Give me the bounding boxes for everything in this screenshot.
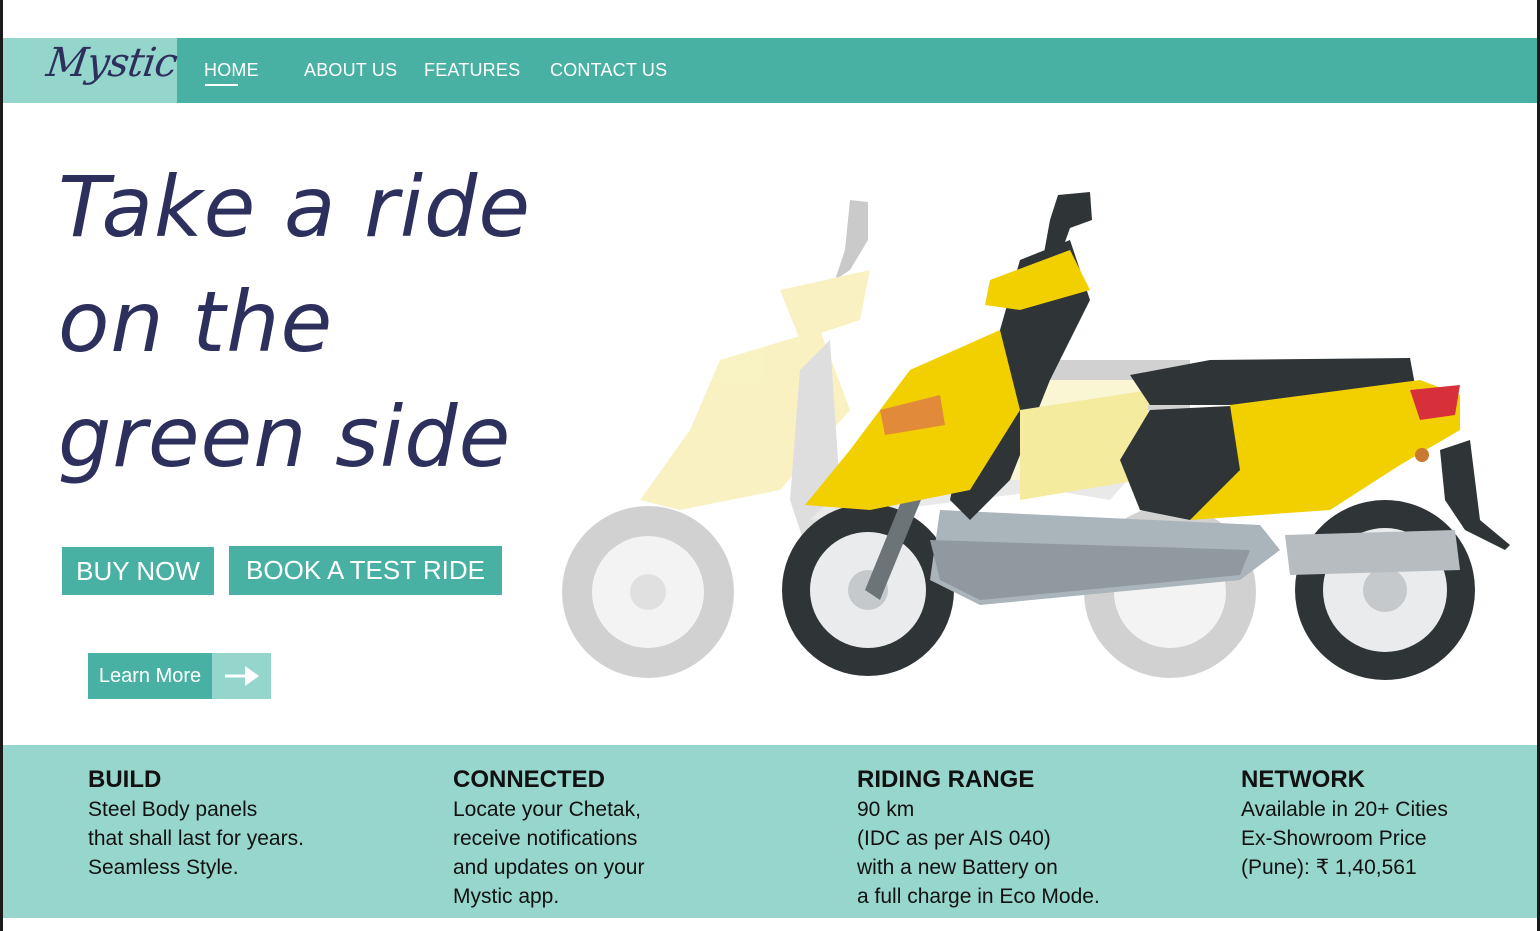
- feature-connected: CONNECTED Locate your Chetak, receive no…: [453, 765, 644, 911]
- hero-heading-line-2: on the: [58, 273, 334, 371]
- logo-container[interactable]: Mystic: [3, 38, 180, 103]
- feature-build: BUILD Steel Body panels that shall last …: [88, 765, 304, 882]
- buy-now-button[interactable]: BUY NOW: [62, 547, 214, 595]
- feature-line: Seamless Style.: [88, 856, 239, 879]
- brand-logo[interactable]: Mystic: [44, 40, 180, 86]
- feature-description: Locate your Chetak, receive notification…: [453, 795, 644, 911]
- feature-line: (Pune): ₹ 1,40,561: [1241, 856, 1417, 879]
- hero-heading-line-1: Take a ride: [58, 158, 532, 256]
- feature-line: 90 km: [857, 798, 915, 821]
- feature-line: Locate your Chetak,: [453, 798, 641, 821]
- feature-line: Mystic app.: [453, 885, 560, 908]
- feature-riding-range: RIDING RANGE 90 km (IDC as per AIS 040) …: [857, 765, 1100, 911]
- feature-network: NETWORK Available in 20+ Cities Ex-Showr…: [1241, 765, 1448, 882]
- book-test-ride-button[interactable]: BOOK A TEST RIDE: [229, 546, 502, 595]
- feature-description: Available in 20+ Cities Ex-Showroom Pric…: [1241, 795, 1448, 882]
- feature-line: a full charge in Eco Mode.: [857, 885, 1100, 908]
- scooter-illustration: [550, 180, 1530, 700]
- feature-line: that shall last for years.: [88, 827, 304, 850]
- hero-heading-line-3: green side: [58, 388, 512, 486]
- feature-title: BUILD: [88, 766, 162, 793]
- feature-line: Steel Body panels: [88, 798, 258, 821]
- nav-item-about-us[interactable]: ABOUT US: [304, 60, 397, 81]
- feature-description: 90 km (IDC as per AIS 040) with a new Ba…: [857, 795, 1100, 911]
- feature-line: with a new Battery on: [857, 856, 1058, 879]
- nav-item-contact-us[interactable]: CONTACT US: [550, 60, 667, 81]
- feature-title: NETWORK: [1241, 766, 1365, 793]
- feature-title: RIDING RANGE: [857, 766, 1035, 793]
- hero-heading: Take a ride on the green side: [58, 150, 598, 495]
- feature-line: (IDC as per AIS 040): [857, 827, 1051, 850]
- top-navbar: Mystic HOME ABOUT US FEATURES CONTACT US: [3, 38, 1537, 103]
- feature-line: Ex-Showroom Price: [1241, 827, 1427, 850]
- nav-active-underline: [205, 84, 238, 86]
- nav-item-features[interactable]: FEATURES: [424, 60, 520, 81]
- feature-line: Available in 20+ Cities: [1241, 798, 1448, 821]
- learn-more-button[interactable]: Learn More: [88, 653, 271, 699]
- feature-description: Steel Body panels that shall last for ye…: [88, 795, 304, 882]
- features-strip: BUILD Steel Body panels that shall last …: [3, 745, 1537, 918]
- feature-title: CONNECTED: [453, 766, 606, 793]
- feature-line: receive notifications: [453, 827, 638, 850]
- feature-line: and updates on your: [453, 856, 645, 879]
- learn-more-label: Learn More: [88, 653, 212, 699]
- arrow-right-icon: [212, 653, 271, 699]
- nav-item-home[interactable]: HOME: [204, 60, 259, 81]
